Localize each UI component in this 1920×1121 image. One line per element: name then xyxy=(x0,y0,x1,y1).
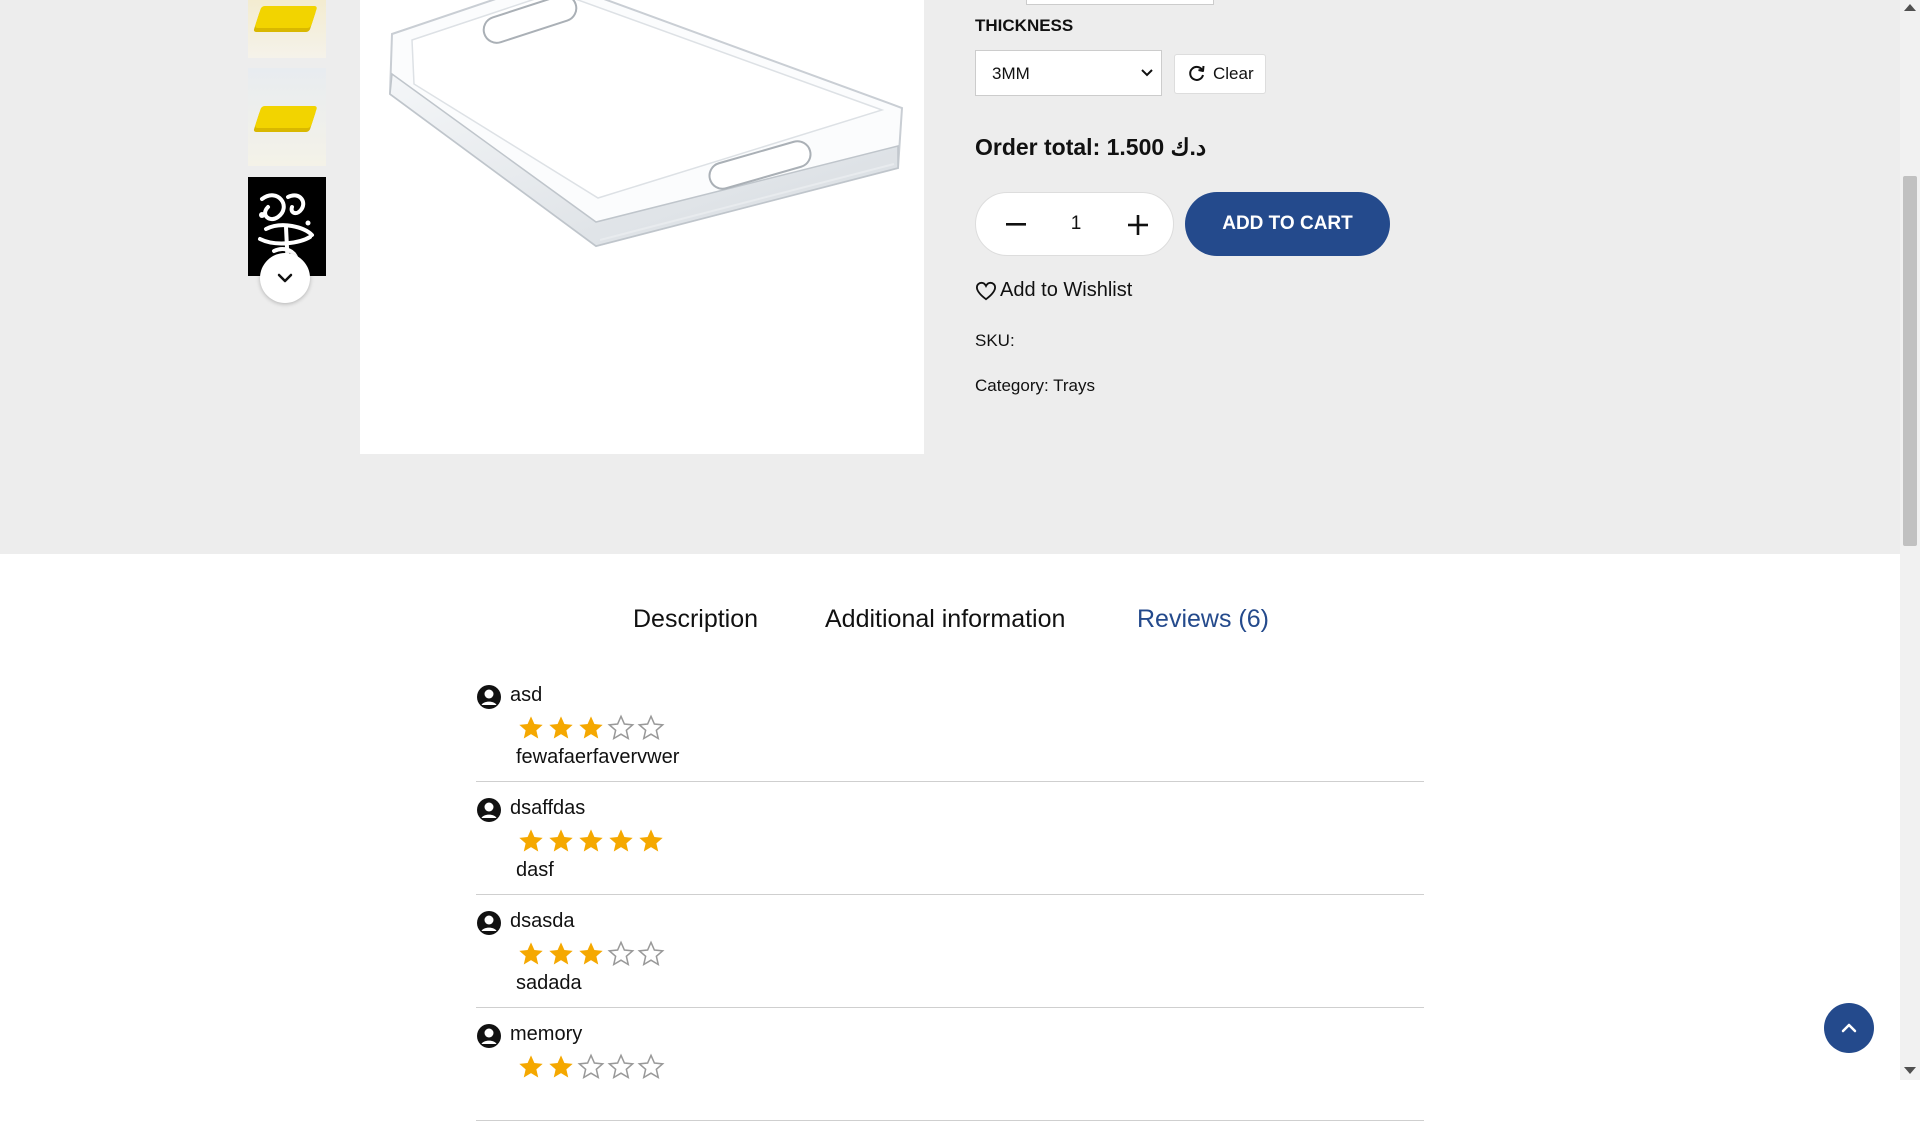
user-circle-icon xyxy=(477,685,501,709)
star-filled-icon xyxy=(549,829,573,852)
review-item: dsaffdas dasf xyxy=(476,781,1424,895)
product-category: Category: Trays xyxy=(975,376,1095,396)
star-empty-icon xyxy=(607,1053,635,1080)
user-circle-icon xyxy=(477,911,501,935)
plus-icon xyxy=(1128,215,1148,235)
back-to-top-button[interactable] xyxy=(1824,1003,1874,1053)
product-thumbnail-2[interactable] xyxy=(248,68,326,166)
review-item: asd fewafaerfavervwer xyxy=(476,668,1424,782)
user-circle-icon xyxy=(477,1024,501,1048)
star-filled-icon xyxy=(609,829,633,852)
review-rating xyxy=(516,714,666,742)
quantity-increase-button[interactable] xyxy=(1126,213,1150,237)
star-filled-icon xyxy=(549,1055,573,1078)
star-empty-icon xyxy=(607,940,635,967)
star-filled-icon xyxy=(519,829,543,852)
chevron-up-icon xyxy=(1841,1023,1857,1033)
review-author: memory xyxy=(510,1023,583,1045)
chevron-down-icon xyxy=(277,273,293,283)
star-filled-icon xyxy=(549,716,573,739)
review-text: dasf xyxy=(516,859,554,881)
review-item: memory xyxy=(476,1007,1424,1121)
review-rating xyxy=(516,827,666,855)
scrollbar-down-arrow[interactable] xyxy=(1904,1067,1916,1074)
review-author: dsasda xyxy=(510,910,575,932)
thickness-selected-value: 3MM xyxy=(992,64,1030,83)
refresh-icon xyxy=(1189,65,1205,81)
wishlist-label: Add to Wishlist xyxy=(1000,279,1133,301)
product-thumbnail-1[interactable] xyxy=(248,0,326,58)
review-author: asd xyxy=(510,684,543,706)
star-filled-icon xyxy=(519,1055,543,1078)
review-rating xyxy=(516,940,666,968)
review-rating xyxy=(516,1053,666,1081)
tab-additional-information[interactable]: Additional information xyxy=(825,605,1065,634)
star-empty-icon xyxy=(607,714,635,741)
review-text: fewafaerfavervwer xyxy=(516,746,680,768)
star-filled-icon xyxy=(579,829,603,852)
thumbnail-tray-image xyxy=(254,106,318,128)
previous-field-edge xyxy=(1026,0,1214,5)
thumbnail-scroll-down-button[interactable] xyxy=(260,253,310,303)
category-link-trays[interactable]: Trays xyxy=(1053,376,1095,395)
minus-icon xyxy=(1006,223,1026,226)
star-filled-icon xyxy=(549,942,573,965)
add-to-cart-button[interactable]: ADD TO CART xyxy=(1185,192,1390,256)
quantity-input[interactable]: 1 xyxy=(1056,213,1096,235)
star-filled-icon xyxy=(579,716,603,739)
star-empty-icon xyxy=(637,714,665,741)
thickness-select[interactable]: 3MM xyxy=(975,50,1162,96)
heart-icon xyxy=(975,281,997,300)
clear-button-label: Clear xyxy=(1213,64,1254,83)
star-filled-icon xyxy=(639,829,663,852)
star-empty-icon xyxy=(577,1053,605,1080)
star-empty-icon xyxy=(637,940,665,967)
add-to-wishlist-link[interactable]: Add to Wishlist xyxy=(975,279,1132,302)
review-text: sadada xyxy=(516,972,582,994)
review-item: dsasda sadada xyxy=(476,894,1424,1008)
quantity-decrease-button[interactable] xyxy=(1004,213,1028,237)
star-empty-icon xyxy=(637,1053,665,1080)
star-filled-icon xyxy=(579,942,603,965)
acrylic-tray-image xyxy=(388,0,904,248)
star-filled-icon xyxy=(519,716,543,739)
clear-variation-button[interactable]: Clear xyxy=(1174,54,1266,94)
review-author: dsaffdas xyxy=(510,797,586,819)
star-filled-icon xyxy=(519,942,543,965)
scrollbar-up-arrow[interactable] xyxy=(1904,4,1916,11)
sku-label: SKU: xyxy=(975,331,1015,350)
tab-description[interactable]: Description xyxy=(633,605,758,634)
product-main-image[interactable] xyxy=(360,0,924,454)
thumbnail-tray-image xyxy=(254,6,318,28)
category-label: Category: xyxy=(975,376,1049,395)
scrollbar-thumb[interactable] xyxy=(1903,176,1917,546)
quantity-stepper[interactable]: 1 xyxy=(975,192,1174,256)
chevron-down-icon xyxy=(1141,69,1153,77)
tab-reviews[interactable]: Reviews (6) xyxy=(1137,605,1269,634)
thickness-label: THICKNESS xyxy=(975,16,1074,35)
order-total: Order total: 1.500 د.ك xyxy=(975,134,1207,160)
user-circle-icon xyxy=(477,798,501,822)
